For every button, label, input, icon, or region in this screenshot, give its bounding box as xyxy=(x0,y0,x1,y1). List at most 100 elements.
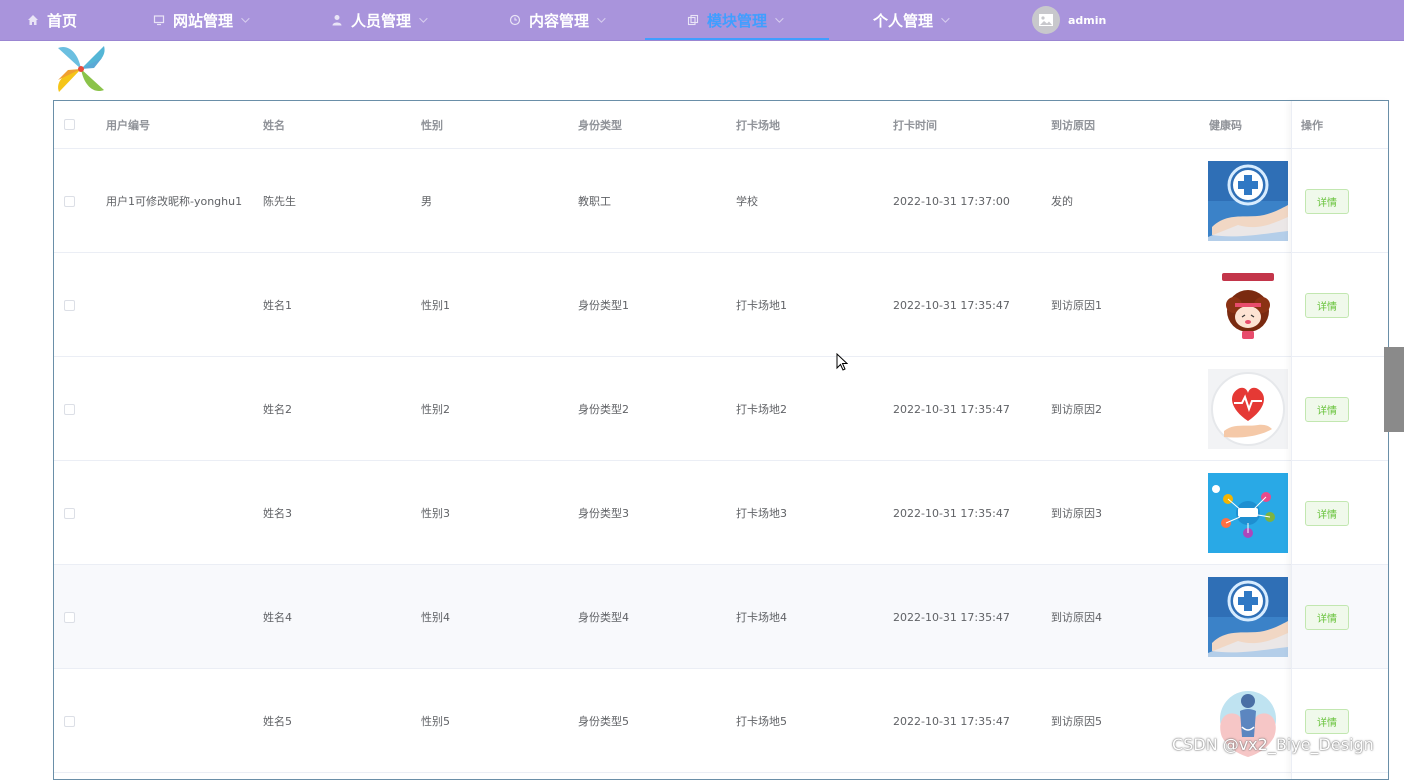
chevron-down-icon xyxy=(775,14,784,23)
cell-venue: 打卡场地2 xyxy=(736,403,787,416)
watermark: CSDN @vx2_Biye_Design xyxy=(1172,735,1374,754)
detail-button[interactable]: 详情 xyxy=(1305,292,1349,318)
mouse-cursor-icon xyxy=(836,353,848,371)
cell-identity: 身份类型2 xyxy=(578,403,629,416)
nav-label-content-management: 内容管理 xyxy=(529,11,590,30)
row-checkbox[interactable] xyxy=(64,195,75,207)
cell-gender: 性别4 xyxy=(421,611,450,624)
cell-venue: 学校 xyxy=(736,195,758,208)
cell-time: 2022-10-31 17:35:47 xyxy=(893,506,1010,520)
cell-name: 姓名2 xyxy=(263,403,292,416)
row-checkbox[interactable] xyxy=(64,299,75,311)
row-checkbox[interactable] xyxy=(64,715,75,727)
column-header: 操作 xyxy=(1301,118,1323,132)
data-table: 用户编号 姓名 性别 身份类型 打卡场地 打卡时间 到访原因 健康码 操作 用户… xyxy=(53,100,1389,780)
chevron-down-icon xyxy=(597,14,606,23)
cell-reason: 到访原因1 xyxy=(1051,299,1102,312)
table-row: 姓名3 性别3 身份类型3 打卡场地3 2022-10-31 17:35:47 … xyxy=(54,461,1388,565)
health-code-image[interactable] xyxy=(1208,473,1288,553)
cell-time: 2022-10-31 17:35:47 xyxy=(893,402,1010,416)
column-header: 到访原因 xyxy=(1051,118,1095,132)
user-menu[interactable]: admin xyxy=(1032,4,1106,36)
nav-label-personal-management: 个人管理 xyxy=(873,11,934,30)
column-header: 姓名 xyxy=(263,118,285,132)
cell-identity: 身份类型4 xyxy=(578,611,629,624)
table-row: 姓名2 性别2 身份类型2 打卡场地2 2022-10-31 17:35:47 … xyxy=(54,357,1388,461)
row-checkbox[interactable] xyxy=(64,403,75,415)
cell-gender: 男 xyxy=(421,195,432,208)
cell-name: 陈先生 xyxy=(263,195,296,208)
detail-button[interactable]: 详情 xyxy=(1305,500,1349,526)
detail-button[interactable]: 详情 xyxy=(1305,708,1349,734)
cell-venue: 打卡场地3 xyxy=(736,507,787,520)
cell-reason: 到访原因2 xyxy=(1051,403,1102,416)
cell-gender: 性别3 xyxy=(421,507,450,520)
column-header: 性别 xyxy=(421,118,443,132)
monitor-icon xyxy=(153,15,165,26)
column-header: 用户编号 xyxy=(106,118,150,132)
table-row: 姓名4 性别4 身份类型4 打卡场地4 2022-10-31 17:35:47 … xyxy=(54,565,1388,669)
detail-button[interactable]: 详情 xyxy=(1305,604,1349,630)
row-checkbox[interactable] xyxy=(64,507,75,519)
nav-item-home[interactable]: 首页 xyxy=(27,0,77,40)
cell-time: 2022-10-31 17:35:47 xyxy=(893,298,1010,312)
detail-button[interactable]: 详情 xyxy=(1305,188,1349,214)
cell-gender: 性别2 xyxy=(421,403,450,416)
cell-identity: 身份类型1 xyxy=(578,299,629,312)
cell-venue: 打卡场地1 xyxy=(736,299,787,312)
cell-time: 2022-10-31 17:35:47 xyxy=(893,610,1010,624)
cell-identity: 身份类型3 xyxy=(578,507,629,520)
clock-icon xyxy=(509,14,521,26)
cell-reason: 到访原因5 xyxy=(1051,715,1102,728)
checkbox[interactable] xyxy=(64,119,75,130)
cell-venue: 打卡场地4 xyxy=(736,611,787,624)
cell-reason: 到访原因3 xyxy=(1051,507,1102,520)
pinwheel-logo-icon xyxy=(58,46,105,92)
cell-gender: 性别5 xyxy=(421,715,450,728)
nav-item-module-management[interactable]: 模块管理 xyxy=(644,0,830,40)
cell-name: 姓名4 xyxy=(263,611,292,624)
image-placeholder-icon xyxy=(1039,14,1053,26)
vertical-scrollbar-thumb[interactable] xyxy=(1384,347,1404,432)
column-header: 打卡时间 xyxy=(893,118,937,132)
chevron-down-icon xyxy=(241,14,250,23)
header-select-all[interactable] xyxy=(64,101,75,148)
row-checkbox[interactable] xyxy=(64,611,75,623)
health-code-image[interactable] xyxy=(1208,161,1288,241)
cell-time: 2022-10-31 17:35:47 xyxy=(893,714,1010,728)
username: admin xyxy=(1068,13,1107,27)
table-header: 用户编号 姓名 性别 身份类型 打卡场地 打卡时间 到访原因 健康码 操作 xyxy=(54,101,1388,149)
health-code-image[interactable] xyxy=(1208,369,1288,449)
nav-label-site-management: 网站管理 xyxy=(173,11,234,30)
cell-gender: 性别1 xyxy=(421,299,450,312)
column-header: 打卡场地 xyxy=(736,118,780,132)
cell-name: 姓名1 xyxy=(263,299,292,312)
health-code-image[interactable] xyxy=(1208,265,1288,345)
table-row: 用户1可修改昵称-yonghu1 陈先生 男 教职工 学校 2022-10-31… xyxy=(54,149,1388,253)
cell-name: 姓名5 xyxy=(263,715,292,728)
cell-reason: 到访原因4 xyxy=(1051,611,1102,624)
cell-venue: 打卡场地5 xyxy=(736,715,787,728)
nav-item-site-management[interactable]: 网站管理 xyxy=(153,0,250,40)
health-code-image[interactable] xyxy=(1208,577,1288,657)
cell-identity: 教职工 xyxy=(578,195,611,208)
table-row: 姓名1 性别1 身份类型1 打卡场地1 2022-10-31 17:35:47 … xyxy=(54,253,1388,357)
cell-identity: 身份类型5 xyxy=(578,715,629,728)
detail-button[interactable]: 详情 xyxy=(1305,396,1349,422)
nav-item-content-management[interactable]: 内容管理 xyxy=(509,0,606,40)
nav-label-home: 首页 xyxy=(47,11,78,30)
table-row: 姓名5 性别5 身份类型5 打卡场地5 2022-10-31 17:35:47 … xyxy=(54,669,1388,773)
nav-label-personnel-management: 人员管理 xyxy=(351,11,412,30)
user-icon xyxy=(332,15,342,26)
cell-user-id: 用户1可修改昵称-yonghu1 xyxy=(106,195,243,208)
avatar[interactable] xyxy=(1032,6,1060,34)
chevron-down-icon xyxy=(941,14,950,23)
chevron-down-icon xyxy=(419,14,428,23)
nav-item-personal-management[interactable]: 个人管理 xyxy=(873,0,950,40)
column-header: 健康码 xyxy=(1209,118,1242,132)
home-icon xyxy=(28,15,38,25)
cell-name: 姓名3 xyxy=(263,507,292,520)
nav-item-personnel-management[interactable]: 人员管理 xyxy=(331,0,428,40)
copy-icon xyxy=(687,14,699,26)
column-header: 身份类型 xyxy=(578,118,622,132)
